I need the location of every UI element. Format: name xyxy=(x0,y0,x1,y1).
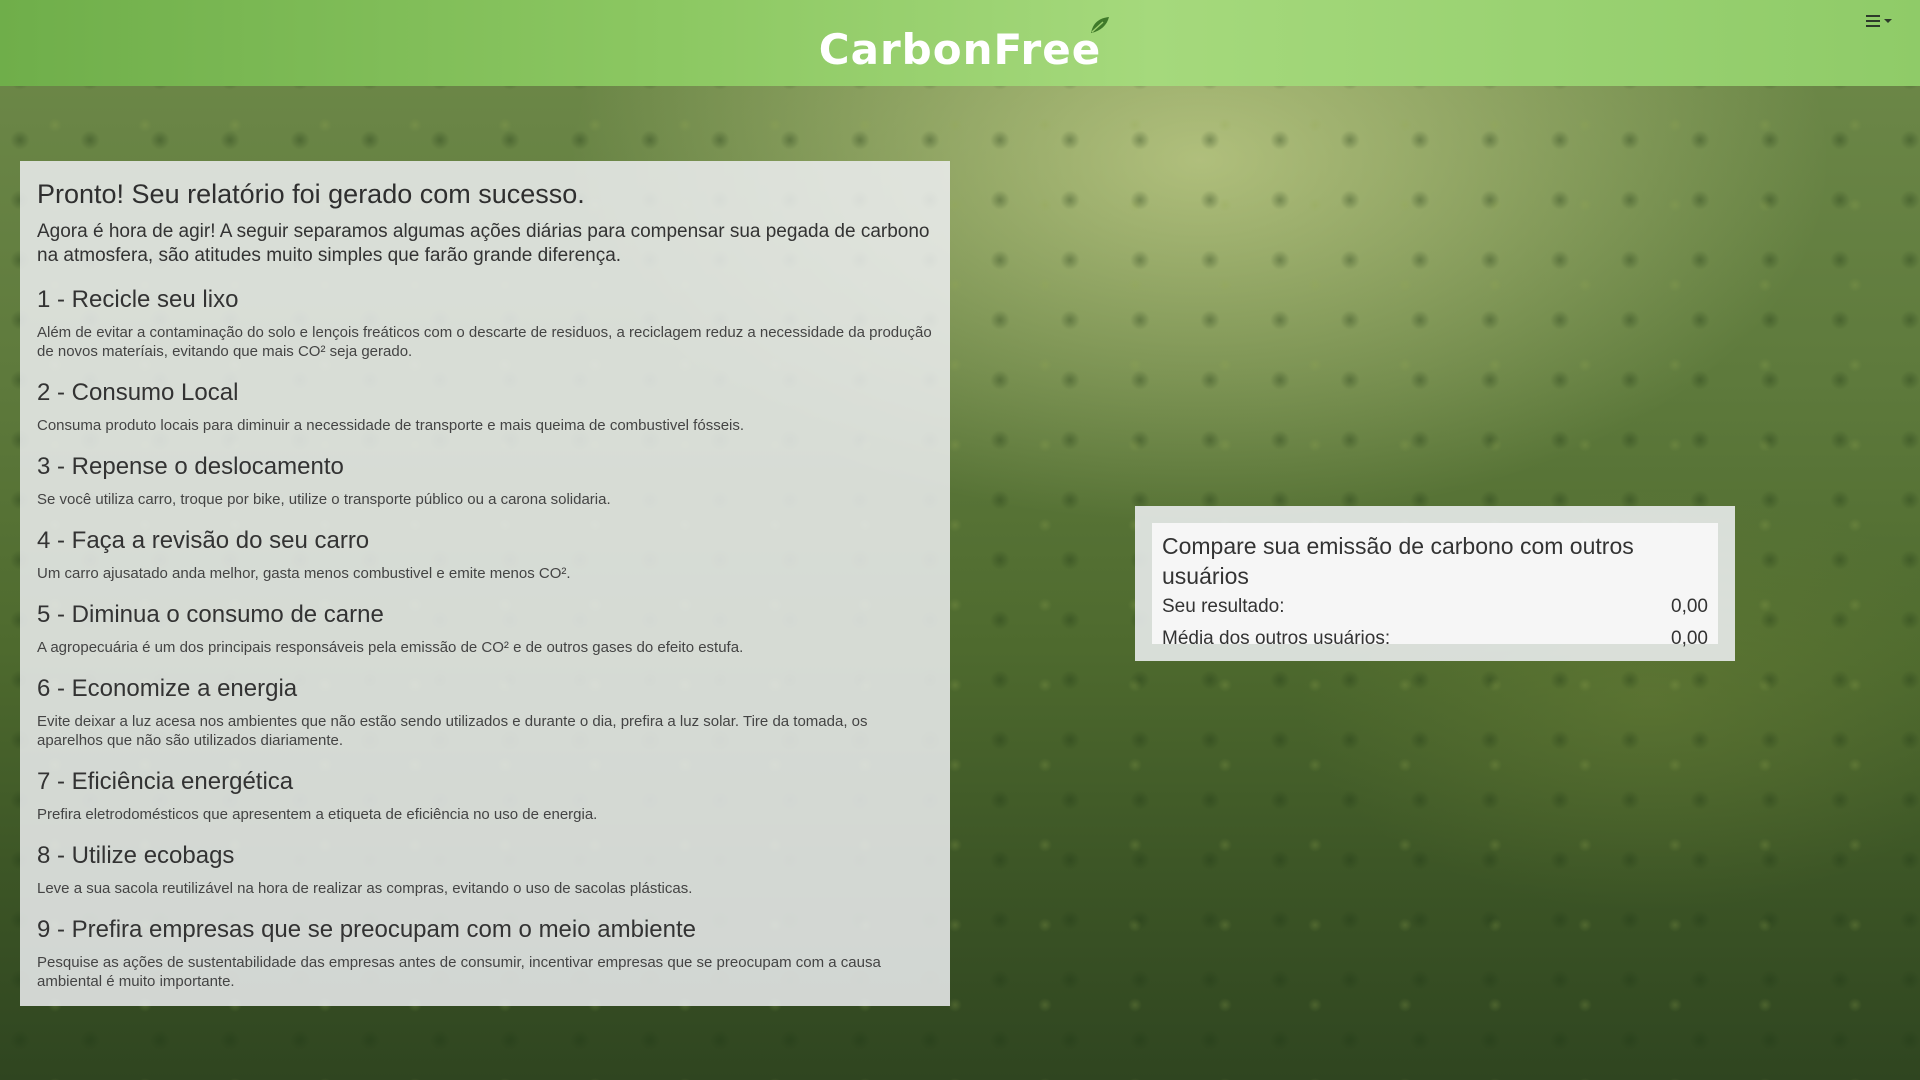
tip-text: Consuma produto locais para diminuir a n… xyxy=(37,417,745,434)
report-title: Pronto! Seu relatório foi gerado com suc… xyxy=(37,179,585,209)
tip-title: 1 - Recicle seu lixo xyxy=(37,286,239,313)
tip-text: Leve a sua sacola reutilizável na hora d… xyxy=(37,880,693,897)
tip-item: 4 - Faça a revisão do seu carro Um carro… xyxy=(37,527,933,583)
tip-title: 7 - Eficiência energética xyxy=(37,768,294,795)
tip-title: 9 - Prefira empresas que se preocupam co… xyxy=(37,916,696,943)
comparison-title: Compare sua emissão de carbono com outro… xyxy=(1162,533,1634,589)
tip-item: 3 - Repense o deslocamento Se você utili… xyxy=(37,453,933,509)
top-navbar: CarbonFree xyxy=(0,0,1920,86)
hamburger-icon xyxy=(1866,15,1880,27)
tip-text: Além de evitar a contaminação do solo e … xyxy=(37,324,932,360)
tip-text: Um carro ajusatado anda melhor, gasta me… xyxy=(37,565,571,582)
tip-item: 7 - Eficiência energética Prefira eletro… xyxy=(37,768,933,824)
tip-text: Se você utiliza carro, troque por bike, … xyxy=(37,491,611,508)
tip-title: 3 - Repense o deslocamento xyxy=(37,453,344,480)
comparison-card: Compare sua emissão de carbono com outro… xyxy=(1152,523,1718,649)
carbonfree-logo[interactable]: CarbonFree xyxy=(818,16,1110,74)
tip-title: 4 - Faça a revisão do seu carro xyxy=(37,527,370,554)
others-average-label: Média dos outros usuários: xyxy=(1162,628,1391,649)
tip-item: 2 - Consumo Local Consuma produto locais… xyxy=(37,379,933,435)
tip-item: 5 - Diminua o consumo de carne A agropec… xyxy=(37,601,933,657)
tips-panel: Pronto! Seu relatório foi gerado com suc… xyxy=(20,161,950,1006)
your-result-row: Seu resultado: 0,00 xyxy=(1162,591,1708,623)
tip-text: Prefira eletrodomésticos que apresentem … xyxy=(37,806,598,823)
tip-title: 2 - Consumo Local xyxy=(37,379,239,406)
tip-title: 5 - Diminua o consumo de carne xyxy=(37,601,384,628)
tip-text: Pesquise as ações de sustentabilidade da… xyxy=(37,954,881,990)
comparison-panel: Compare sua emissão de carbono com outro… xyxy=(1135,506,1735,661)
tip-text: A agropecuária é um dos principais respo… xyxy=(37,639,744,656)
report-intro: Agora é hora de agir! A seguir separamos… xyxy=(37,221,930,266)
your-result-label: Seu resultado: xyxy=(1162,596,1285,617)
tip-item: 1 - Recicle seu lixo Além de evitar a co… xyxy=(37,286,933,361)
tip-text: Evite deixar a luz acesa nos ambientes q… xyxy=(37,713,868,749)
tip-item: 9 - Prefira empresas que se preocupam co… xyxy=(37,916,933,991)
tip-title: 8 - Utilize ecobags xyxy=(37,842,235,869)
tip-item: 8 - Utilize ecobags Leve a sua sacola re… xyxy=(37,842,933,898)
leaf-icon xyxy=(1091,16,1110,33)
others-average-row: Média dos outros usuários: 0,00 xyxy=(1162,623,1708,655)
logo-text: CarbonFree xyxy=(818,24,1102,74)
tip-item: 6 - Economize a energia Evite deixar a l… xyxy=(37,675,933,750)
tip-title: 6 - Economize a energia xyxy=(37,675,298,702)
others-average-value: 0,00 xyxy=(1671,628,1708,649)
menu-toggle-button[interactable] xyxy=(1866,10,1900,32)
caret-down-icon xyxy=(1884,19,1892,23)
your-result-value: 0,00 xyxy=(1671,596,1708,617)
